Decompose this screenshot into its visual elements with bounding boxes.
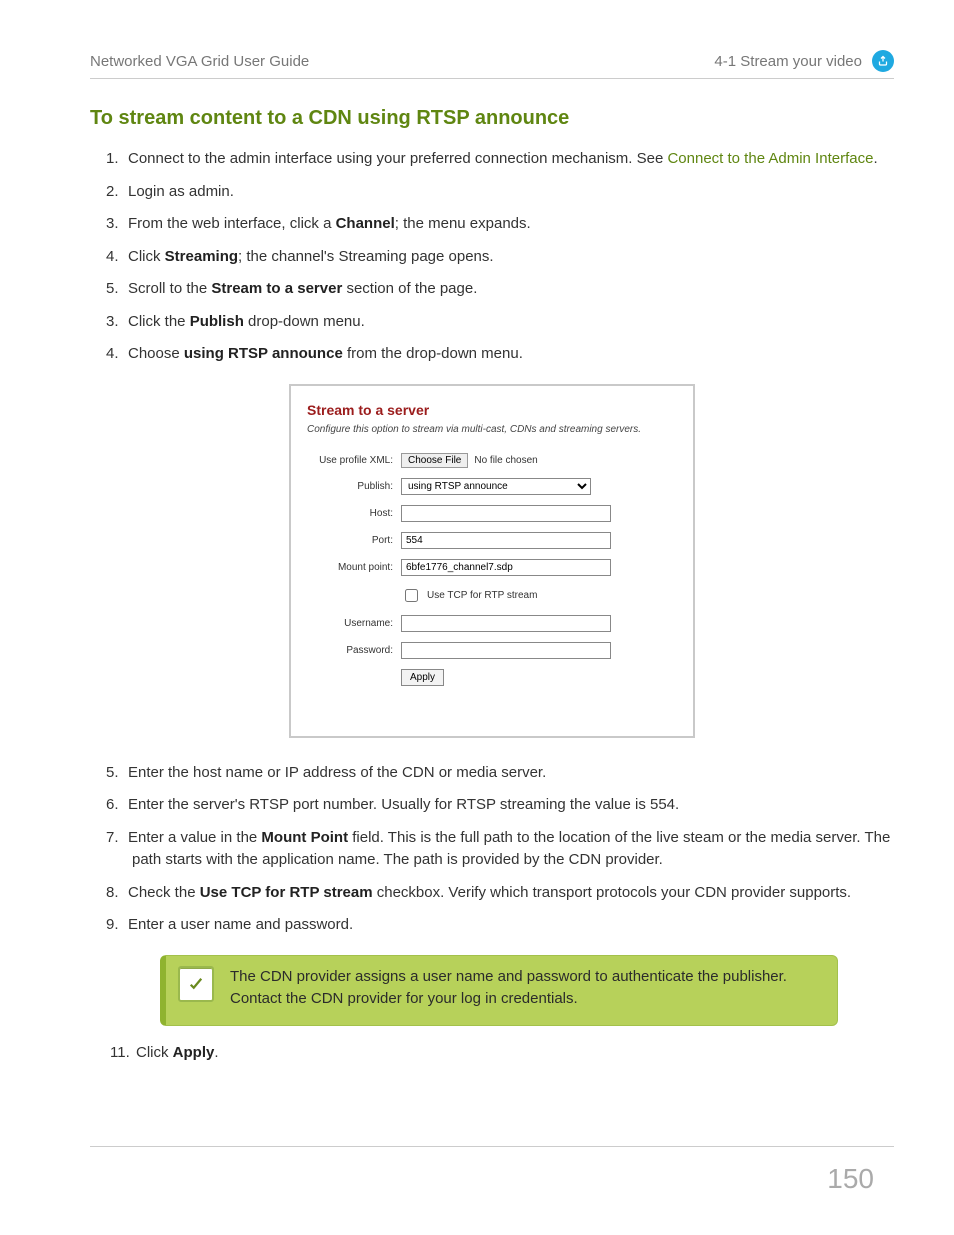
stream-to-server-panel: Stream to a server Configure this option… [289, 384, 695, 738]
use-tcp-checkbox[interactable] [405, 589, 418, 602]
panel-subtitle: Configure this option to stream via mult… [307, 424, 677, 435]
note-callout: The CDN provider assigns a user name and… [160, 955, 838, 1026]
label-host: Host: [307, 508, 393, 519]
divider [90, 1146, 894, 1147]
list-item: 5.Scroll to the Stream to a server secti… [128, 278, 894, 301]
file-status-text: No file chosen [474, 455, 537, 466]
label-password: Password: [307, 645, 393, 656]
label-profile-xml: Use profile XML: [307, 455, 393, 466]
share-icon[interactable] [872, 50, 894, 72]
label-username: Username: [307, 618, 393, 629]
apply-button[interactable]: Apply [401, 669, 444, 686]
mount-point-input[interactable] [401, 559, 611, 576]
steps-list-top: 1.Connect to the admin interface using y… [108, 148, 894, 366]
label-mount-point: Mount point: [307, 562, 393, 573]
step-11: 11.Click Apply. [110, 1044, 894, 1061]
username-input[interactable] [401, 615, 611, 632]
choose-file-button[interactable]: Choose File [401, 453, 468, 468]
list-item: 2.Login as admin. [128, 181, 894, 204]
divider [90, 78, 894, 79]
list-item: 6.Enter the server's RTSP port number. U… [128, 794, 894, 817]
label-port: Port: [307, 535, 393, 546]
section-title: To stream content to a CDN using RTSP an… [90, 107, 894, 130]
checkmark-icon [178, 966, 214, 1002]
use-tcp-label: Use TCP for RTP stream [427, 590, 537, 601]
steps-list-bottom: 5.Enter the host name or IP address of t… [108, 762, 894, 937]
list-item: 9.Enter a user name and password. [128, 914, 894, 937]
list-item: 7.Enter a value in the Mount Point field… [128, 827, 894, 872]
list-item: 8.Check the Use TCP for RTP stream check… [128, 882, 894, 905]
header-right: 4-1 Stream your video [714, 53, 862, 70]
page-number: 150 [827, 1163, 874, 1195]
list-item: 5.Enter the host name or IP address of t… [128, 762, 894, 785]
list-item: 3.From the web interface, click a Channe… [128, 213, 894, 236]
list-item: 4.Choose using RTSP announce from the dr… [128, 343, 894, 366]
panel-title: Stream to a server [307, 402, 677, 418]
note-text: The CDN provider assigns a user name and… [230, 966, 817, 1011]
label-publish: Publish: [307, 481, 393, 492]
list-item: 3.Click the Publish drop-down menu. [128, 311, 894, 334]
list-item: 4.Click Streaming; the channel's Streami… [128, 246, 894, 269]
header-left: Networked VGA Grid User Guide [90, 53, 309, 70]
password-input[interactable] [401, 642, 611, 659]
publish-select[interactable]: using RTSP announce [401, 478, 591, 495]
link-connect-admin[interactable]: Connect to the Admin Interface [667, 150, 873, 167]
host-input[interactable] [401, 505, 611, 522]
list-item: 1.Connect to the admin interface using y… [128, 148, 894, 171]
port-input[interactable] [401, 532, 611, 549]
